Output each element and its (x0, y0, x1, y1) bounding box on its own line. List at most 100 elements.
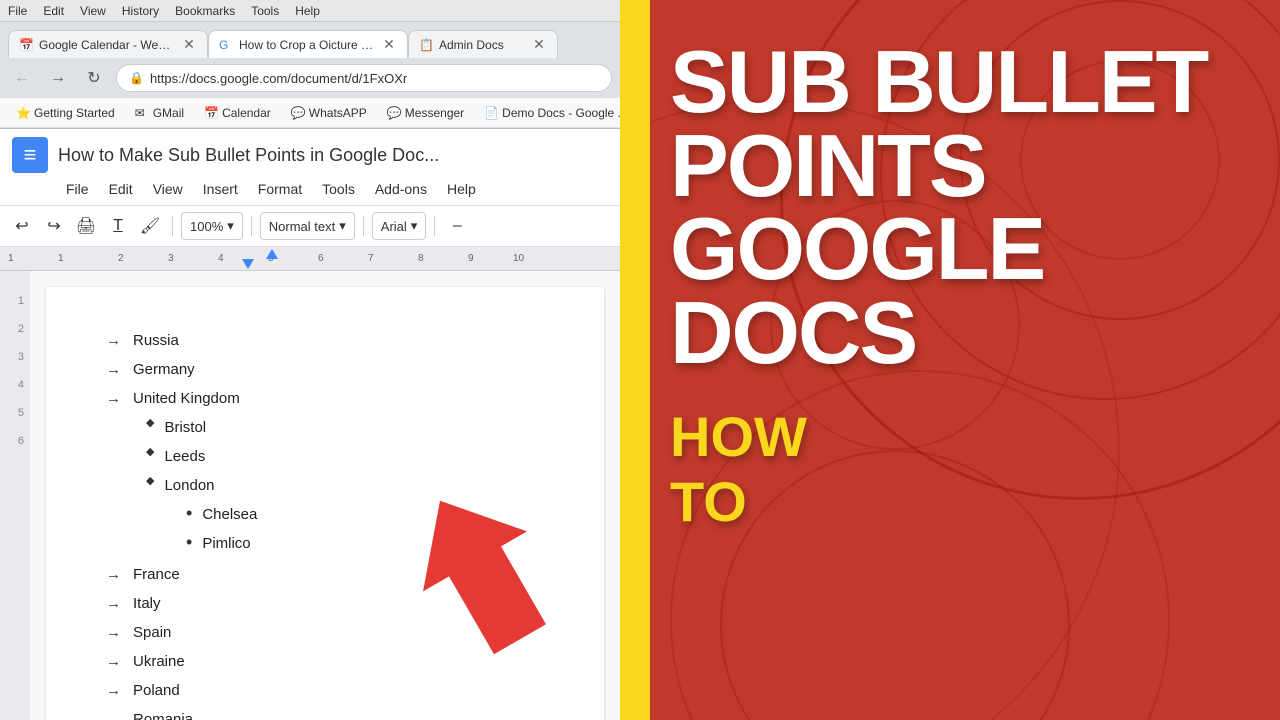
diamond-icon-leeds: ◆ (146, 443, 154, 463)
bookmark-favicon-2: ✉ (135, 106, 149, 120)
bookmark-gmail[interactable]: ✉ GMail (127, 104, 192, 122)
os-menu-history[interactable]: History (122, 4, 159, 18)
list-item-leeds: ◆ Leeds (146, 443, 524, 470)
address-bar-row: ← → ↻ 🔒 https://docs.google.com/document… (0, 58, 620, 98)
arrow-icon-romania: → (106, 706, 121, 720)
ruler-triangle-left (242, 259, 254, 269)
line-num-5: 2 (0, 315, 24, 343)
list-item-pimlico: • Pimlico (186, 530, 524, 557)
list-item-germany: → Germany (106, 356, 524, 383)
list-text-germany: Germany (133, 356, 195, 383)
bullet-list: → Russia → Germany → United Kingdom (106, 327, 524, 412)
diamond-icon-london: ◆ (146, 472, 154, 492)
reload-button[interactable]: ↻ (80, 64, 108, 92)
tab-favicon-3: 📋 (419, 38, 433, 52)
promo-line1: SUB BULLET (670, 40, 1230, 124)
bullet-icon-pimlico: • (186, 530, 192, 555)
line-num-9: 4 (0, 371, 24, 399)
list-text-bristol: Bristol (164, 414, 206, 441)
bookmark-favicon-1: ⭐ (16, 106, 30, 120)
font-dropdown[interactable]: Arial ▾ (372, 212, 427, 240)
list-text-leeds: Leeds (164, 443, 205, 470)
bookmark-calendar[interactable]: 📅 Calendar (196, 104, 279, 122)
browser-tab-1[interactable]: 📅 Google Calendar - Week of N... ✕ (8, 30, 208, 58)
docs-document-title[interactable]: How to Make Sub Bullet Points in Google … (58, 145, 439, 166)
bookmark-getting-started[interactable]: ⭐ Getting Started (8, 104, 123, 122)
docs-menu: File Edit View Insert Format Tools Add-o… (12, 177, 608, 205)
tab-close-2[interactable]: ✕ (381, 37, 397, 53)
list-text-spain: Spain (133, 619, 171, 646)
list-text-france: France (133, 561, 180, 588)
tab-favicon-2: G (219, 38, 233, 52)
list-text-russia: Russia (133, 327, 179, 354)
paint-format-button[interactable]: 🖌 (136, 212, 164, 240)
spell-check-button[interactable]: T̲ (104, 212, 132, 240)
zoom-chevron: ▾ (227, 218, 234, 234)
toolbar-sep-4 (434, 216, 435, 236)
os-menu-file[interactable]: File (8, 4, 27, 18)
tab-bar: 📅 Google Calendar - Week of N... ✕ G How… (0, 22, 620, 58)
tab-close-3[interactable]: ✕ (531, 37, 547, 53)
docs-header: ≡ How to Make Sub Bullet Points in Googl… (0, 129, 620, 206)
tab-close-1[interactable]: ✕ (181, 37, 197, 53)
list-item-bristol: ◆ Bristol (146, 414, 524, 441)
forward-button[interactable]: → (44, 64, 72, 92)
style-dropdown[interactable]: Normal text ▾ (260, 212, 355, 240)
bookmark-whatsapp[interactable]: 💬 WhatsAPP (283, 104, 375, 122)
zoom-dropdown[interactable]: 100% ▾ (181, 212, 243, 240)
list-item-poland: → Poland (106, 677, 524, 704)
font-size-decrease-button[interactable]: – (443, 212, 471, 240)
docs-menu-view[interactable]: View (145, 177, 191, 201)
doc-page-area: → Russia → Germany → United Kingdom (30, 271, 620, 720)
ruler-mark-9: 8 (418, 253, 424, 264)
promo-line4: DOCS (670, 291, 1230, 375)
toolbar-sep-2 (251, 216, 252, 236)
lock-icon: 🔒 (129, 71, 144, 85)
list-text-italy: Italy (133, 590, 161, 617)
docs-menu-tools[interactable]: Tools (314, 177, 363, 201)
list-item-chelsea: • Chelsea (186, 501, 524, 528)
promo-line2: POINTS (670, 124, 1230, 208)
bookmark-label-whatsapp: WhatsAPP (309, 106, 367, 120)
docs-title-row: ≡ How to Make Sub Bullet Points in Googl… (12, 137, 608, 173)
line-num-13: 6 (0, 427, 24, 455)
os-menu-view[interactable]: View (80, 4, 106, 18)
tab-title-3: Admin Docs (439, 38, 525, 52)
browser-tab-2[interactable]: G How to Crop a Oicture into a... ✕ (208, 30, 408, 58)
docs-menu-edit[interactable]: Edit (101, 177, 141, 201)
os-menu-edit[interactable]: Edit (43, 4, 64, 18)
back-button[interactable]: ← (8, 64, 36, 92)
zoom-value: 100% (190, 219, 223, 234)
undo-button[interactable]: ↩ (8, 212, 36, 240)
os-menu-help[interactable]: Help (295, 4, 320, 18)
redo-button[interactable]: ↪ (40, 212, 68, 240)
list-text-uk: United Kingdom (133, 385, 240, 412)
docs-menu-file[interactable]: File (58, 177, 97, 201)
list-item-ukraine: → Ukraine (106, 648, 524, 675)
arrow-icon-ukraine: → (106, 648, 121, 675)
arrow-icon-italy: → (106, 590, 121, 617)
browser-tab-3[interactable]: 📋 Admin Docs ✕ (408, 30, 558, 58)
os-menu-tools[interactable]: Tools (251, 4, 279, 18)
print-button[interactable]: 🖨 (72, 212, 100, 240)
docs-menu-addons[interactable]: Add-ons (367, 177, 435, 201)
bookmark-messenger[interactable]: 💬 Messenger (379, 104, 472, 122)
ruler-mark-1: 1 (8, 253, 14, 264)
docs-toolbar: ↩ ↪ 🖨 T̲ 🖌 100% ▾ Normal text ▾ Arial ▾ … (0, 206, 620, 247)
docs-menu-format[interactable]: Format (250, 177, 310, 201)
arrow-icon-russia: → (106, 327, 121, 354)
uk-sub-list: ◆ Bristol ◆ Leeds ◆ London (146, 414, 524, 499)
list-item-italy: → Italy (106, 590, 524, 617)
os-menu-bookmarks[interactable]: Bookmarks (175, 4, 235, 18)
list-text-pimlico: Pimlico (202, 530, 250, 557)
docs-menu-help[interactable]: Help (439, 177, 484, 201)
tab-title-2: How to Crop a Oicture into a... (239, 38, 375, 52)
bookmark-demo-docs[interactable]: 📄 Demo Docs - Google ... (476, 104, 635, 122)
browser-chrome: 📅 Google Calendar - Week of N... ✕ G How… (0, 22, 620, 129)
docs-menu-insert[interactable]: Insert (195, 177, 246, 201)
list-text-romania: Romania (133, 706, 193, 720)
address-bar[interactable]: 🔒 https://docs.google.com/document/d/1Fx… (116, 64, 612, 92)
doc-page[interactable]: → Russia → Germany → United Kingdom (46, 287, 604, 720)
promo-area: SUB BULLET POINTS GOOGLE DOCS How To (620, 0, 1280, 720)
docs-area: ≡ How to Make Sub Bullet Points in Googl… (0, 129, 620, 720)
